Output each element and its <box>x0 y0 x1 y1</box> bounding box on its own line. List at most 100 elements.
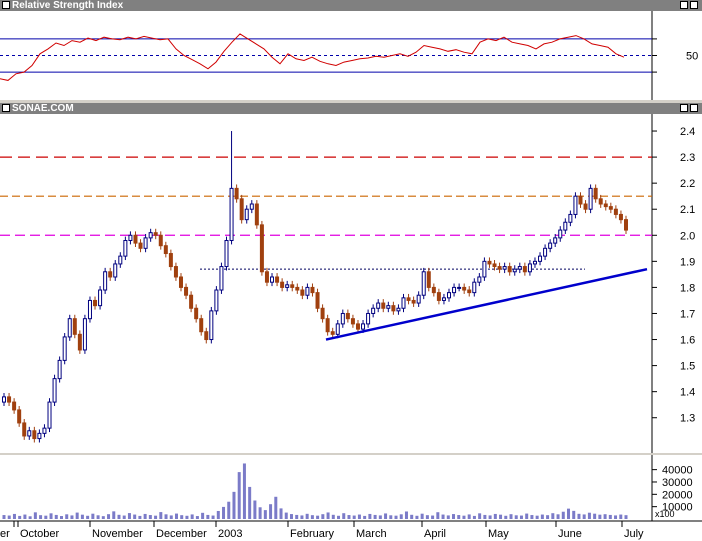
panel-menu-icon[interactable] <box>2 104 10 112</box>
candle <box>270 276 275 283</box>
volume-multiplier-label: x100 <box>655 509 675 519</box>
volume-bar <box>321 514 325 519</box>
candle <box>431 286 436 294</box>
candle <box>184 286 189 296</box>
candle <box>143 237 148 249</box>
volume-bar <box>59 516 63 519</box>
candle <box>32 430 37 440</box>
candle <box>128 234 133 241</box>
volume-bar <box>404 511 408 519</box>
volume-bar <box>86 515 90 519</box>
volume-bar <box>91 513 95 519</box>
price-tick-label: 2.2 <box>680 178 695 190</box>
volume-bar <box>112 511 116 519</box>
candle <box>522 266 527 273</box>
volume-bar <box>525 513 529 519</box>
volume-bar <box>441 514 445 519</box>
rsi-panel-titlebar: Relative Strength Index <box>0 0 702 11</box>
candle <box>538 255 543 262</box>
volume-bar <box>399 514 403 519</box>
volume-bar <box>420 513 424 519</box>
candle <box>57 359 62 380</box>
price-tick-label: 2.3 <box>680 152 695 164</box>
candle <box>138 242 143 249</box>
volume-bar <box>603 514 607 519</box>
candle <box>194 307 199 320</box>
candle <box>553 237 558 244</box>
volume-bar <box>561 511 565 519</box>
volume-bar <box>159 512 163 519</box>
volume-bar <box>462 515 466 519</box>
volume-bar <box>18 515 22 519</box>
candle <box>189 294 194 309</box>
candle <box>77 333 82 351</box>
volume-bar <box>310 515 314 519</box>
price-tick-label: 1.4 <box>680 387 695 399</box>
candle <box>512 268 517 273</box>
date-tick-label: er <box>0 528 10 540</box>
candle <box>452 286 457 294</box>
candle <box>345 312 350 320</box>
candle <box>618 213 623 221</box>
volume-bar <box>44 515 48 519</box>
volume-bar <box>190 514 194 519</box>
volume-bar <box>206 514 210 519</box>
candle <box>153 232 158 236</box>
candle <box>209 310 214 341</box>
candle <box>361 323 366 330</box>
volume-bar <box>195 516 199 519</box>
candle <box>613 208 618 215</box>
candle <box>578 195 583 205</box>
price-tick-label: 2.4 <box>680 126 695 138</box>
volume-bar <box>577 513 581 519</box>
candle <box>366 312 371 325</box>
panel-menu-icon[interactable] <box>2 1 10 9</box>
date-tick-label: July <box>624 528 644 540</box>
volume-bar <box>425 515 429 519</box>
volume-bar <box>572 510 576 519</box>
volume-bar <box>279 508 283 519</box>
candle <box>593 187 598 200</box>
candle <box>381 302 386 309</box>
close-icon[interactable] <box>690 104 698 112</box>
candle <box>158 234 163 247</box>
candle <box>502 266 507 270</box>
volume-bar <box>394 515 398 519</box>
price-tick-label: 1.6 <box>680 335 695 347</box>
close-icon[interactable] <box>690 1 698 9</box>
volume-bar <box>117 514 121 519</box>
candle <box>447 292 452 299</box>
volume-tick-label: 20000 <box>662 489 693 501</box>
volume-bar <box>478 513 482 519</box>
date-tick-label: June <box>558 528 582 540</box>
volume-bar <box>384 513 388 519</box>
volume-tick-label: 40000 <box>662 465 693 477</box>
volume-bar <box>237 472 241 519</box>
price-tick-label: 1.9 <box>680 256 695 268</box>
volume-bar <box>305 513 309 519</box>
rsi-line <box>0 33 625 81</box>
volume-bar <box>216 510 220 519</box>
candle <box>532 260 537 265</box>
candle <box>492 263 497 268</box>
candle <box>295 286 300 291</box>
candle <box>290 284 295 288</box>
candle <box>497 266 502 270</box>
volume-bar <box>368 513 372 519</box>
candle <box>82 318 87 351</box>
candle <box>123 239 128 257</box>
candle <box>173 266 178 278</box>
date-tick-label: May <box>488 528 509 540</box>
support-trend-line <box>325 267 648 341</box>
candle <box>563 221 568 231</box>
volume-chart: 40000300002000010000x100er October Novembe… <box>0 455 702 540</box>
maximize-icon[interactable] <box>680 1 688 9</box>
candle <box>285 284 290 288</box>
candle <box>108 271 113 278</box>
rsi-panel-title: Relative Strength Index <box>12 0 124 11</box>
volume-bar <box>96 515 100 519</box>
candle <box>603 203 608 208</box>
candle <box>487 260 492 265</box>
date-tick-label: 2003 <box>218 528 242 540</box>
maximize-icon[interactable] <box>680 104 688 112</box>
